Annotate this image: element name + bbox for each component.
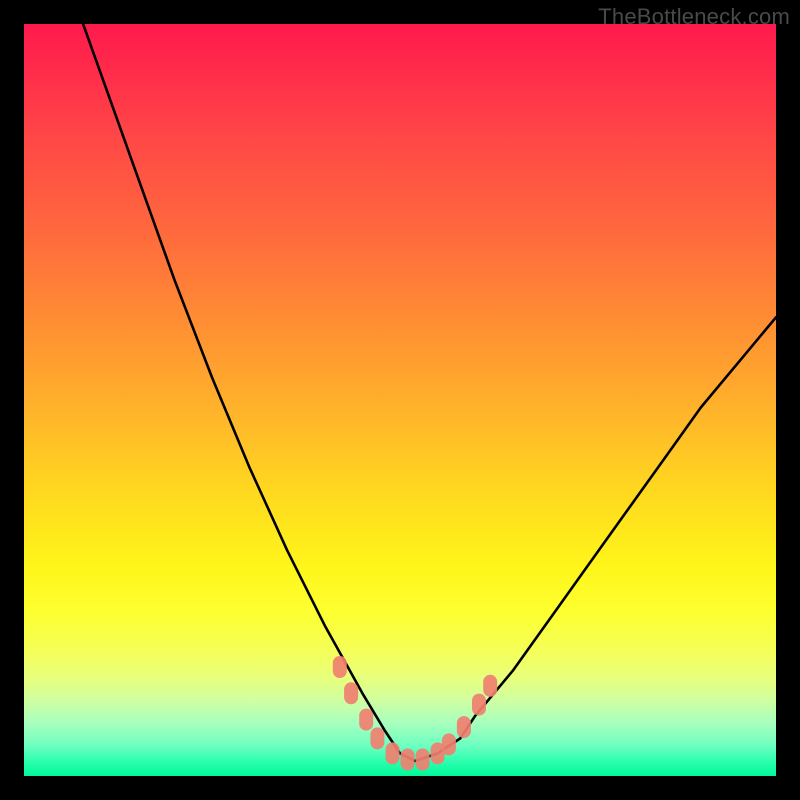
curve-marker [483, 675, 497, 697]
curve-marker [442, 733, 456, 755]
watermark-text: TheBottleneck.com [598, 4, 790, 30]
curve-marker [416, 749, 430, 771]
curve-marker [333, 656, 347, 678]
chart-frame: TheBottleneck.com [0, 0, 800, 800]
plot-area [24, 24, 776, 776]
curve-markers [333, 656, 497, 771]
curve-marker [359, 709, 373, 731]
curve-marker [457, 716, 471, 738]
curve-line [24, 24, 776, 761]
curve-marker [386, 742, 400, 764]
curve-marker [344, 682, 358, 704]
curve-marker [401, 749, 415, 771]
curve-marker [370, 727, 384, 749]
curve-marker [472, 694, 486, 716]
curve-layer [24, 24, 776, 776]
bottleneck-curve [24, 24, 776, 761]
